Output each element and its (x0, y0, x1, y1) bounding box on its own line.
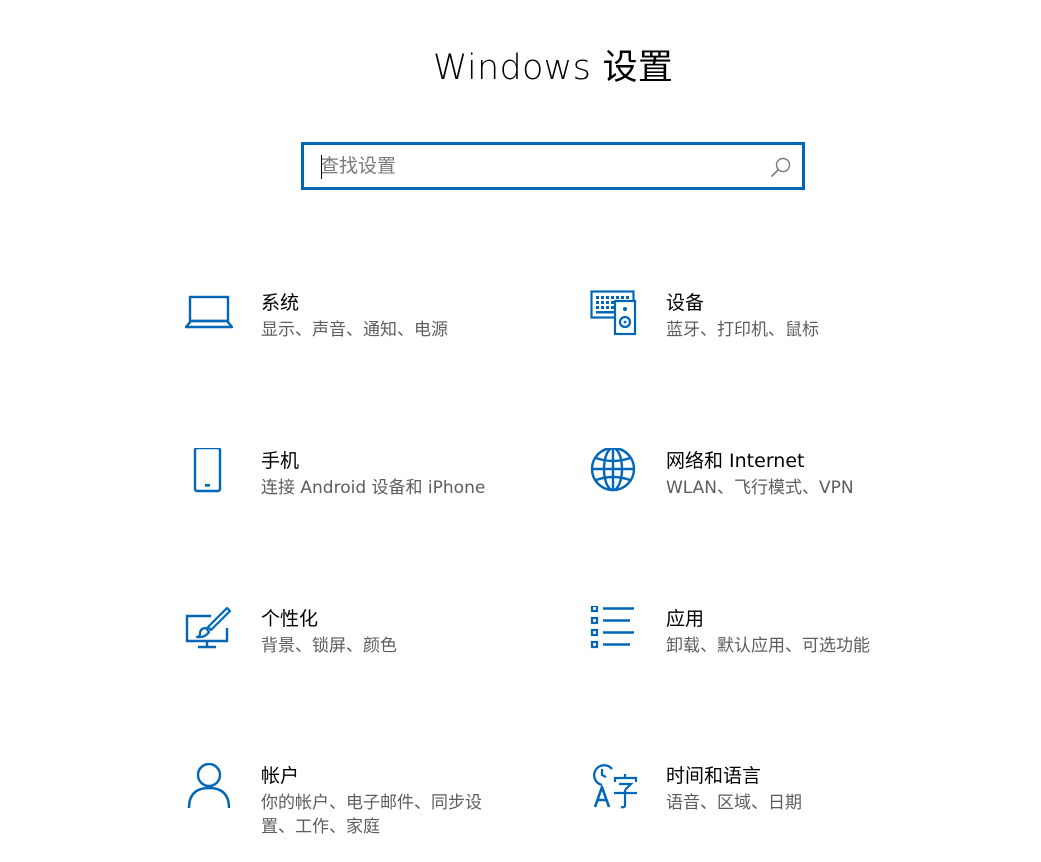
laptop-icon (185, 295, 233, 329)
category-description: 卸载、默认应用、可选功能 (666, 636, 870, 656)
category-devices[interactable]: 设备 蓝牙、打印机、鼠标 (590, 290, 950, 380)
devices-icon (590, 290, 637, 336)
category-title: 手机 (261, 450, 300, 472)
category-title: 帐户 (261, 765, 300, 787)
globe-icon (590, 448, 636, 492)
category-accounts[interactable]: 帐户 你的帐户、电子邮件、同步设置、工作、家庭 (185, 763, 545, 853)
time-language-icon (593, 764, 638, 809)
search-box[interactable] (301, 142, 805, 190)
category-description: 蓝牙、打印机、鼠标 (666, 320, 819, 340)
text-caret (321, 155, 322, 179)
page-title: Windows 设置 (432, 48, 674, 88)
category-title: 系统 (261, 292, 300, 314)
category-description: 显示、声音、通知、电源 (261, 320, 448, 340)
category-description: 语音、区域、日期 (666, 793, 802, 813)
category-description: 连接 Android 设备和 iPhone (261, 478, 486, 498)
category-apps[interactable]: 应用 卸载、默认应用、可选功能 (590, 606, 950, 696)
category-personalization[interactable]: 个性化 背景、锁屏、颜色 (185, 606, 545, 696)
category-system[interactable]: 系统 显示、声音、通知、电源 (185, 290, 545, 380)
category-title: 时间和语言 (666, 765, 762, 787)
phone-icon (193, 448, 222, 493)
category-title: 应用 (666, 608, 705, 630)
personalization-icon (185, 606, 232, 649)
category-description: WLAN、飞行模式、VPN (666, 478, 854, 498)
category-title: 个性化 (261, 608, 319, 630)
search-icon[interactable] (770, 156, 792, 178)
person-icon (187, 763, 231, 809)
category-time-language[interactable]: 时间和语言 语音、区域、日期 (590, 763, 950, 853)
category-description: 背景、锁屏、颜色 (261, 636, 397, 656)
apps-list-icon (590, 606, 634, 649)
category-description: 你的帐户、电子邮件、同步设置、工作、家庭 (261, 793, 482, 837)
category-phone[interactable]: 手机 连接 Android 设备和 iPhone (185, 448, 545, 538)
category-title: 网络和 Internet (666, 450, 805, 472)
category-title: 设备 (666, 292, 705, 314)
search-input[interactable] (304, 145, 744, 187)
category-network[interactable]: 网络和 Internet WLAN、飞行模式、VPN (590, 448, 950, 538)
